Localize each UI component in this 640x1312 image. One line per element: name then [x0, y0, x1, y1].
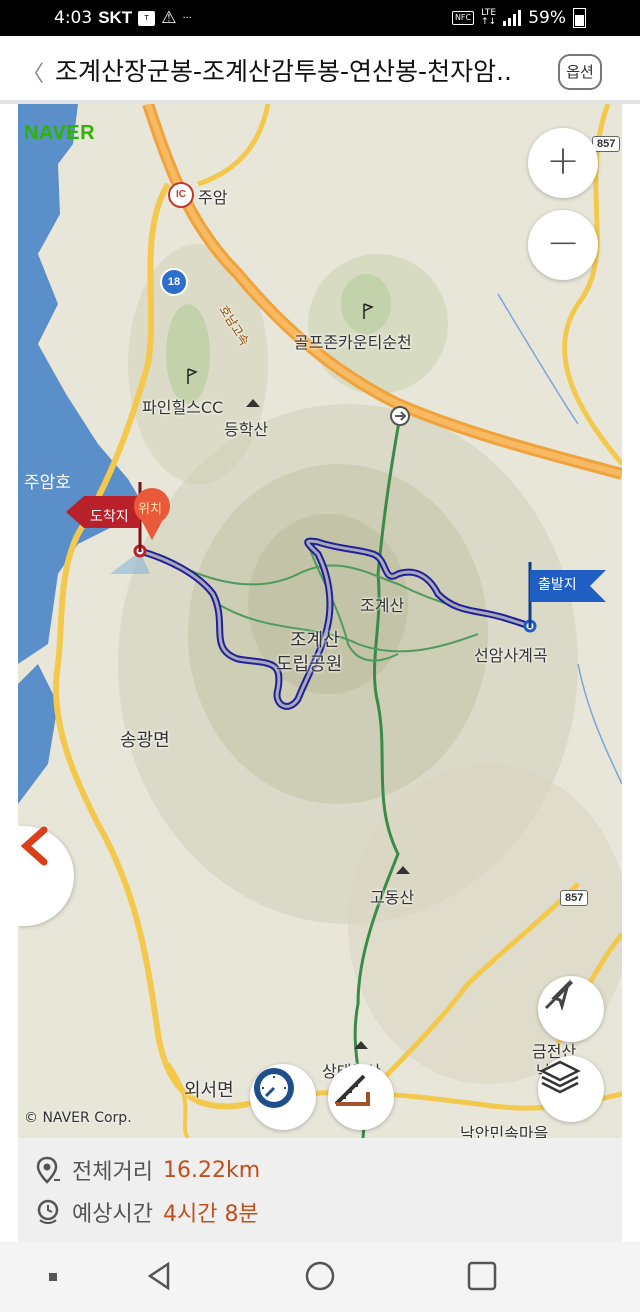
nav-dot-icon[interactable] — [48, 1272, 60, 1284]
route-title: 조계산장군봉-조계산감투봉-연산봉-천자암.. — [55, 57, 512, 86]
time-value: 4시간 8분 — [162, 1202, 259, 1227]
status-time: 4:03 — [54, 8, 93, 28]
end-flag-label: 도착지 — [90, 509, 129, 525]
carrier-label: SKT — [98, 8, 133, 27]
nav-home-icon[interactable] — [304, 1260, 336, 1292]
route-857-sign: 857 — [592, 136, 621, 152]
battery-percent: 59% — [528, 8, 566, 28]
chevron-left-icon — [20, 826, 48, 866]
layers-icon — [539, 1060, 581, 1094]
more-notifications-icon: ··· — [182, 12, 192, 24]
distance-label: 전체거리 — [72, 1160, 153, 1185]
warning-icon: ⚠ — [161, 8, 177, 28]
ic-sign: IC — [168, 182, 194, 208]
label-godongsan: 고동산 — [370, 888, 415, 907]
label-songgwang: 송광면 — [120, 730, 170, 751]
time-pin-icon — [37, 1199, 59, 1224]
status-bar: 4:03 SKT T ⚠ ··· NFC LTE ↑↓ 59% — [0, 0, 640, 36]
location-toggle-button[interactable] — [538, 976, 604, 1042]
route-18-sign: 18 — [160, 268, 188, 296]
lte-icon: LTE ↑↓ — [481, 8, 497, 27]
map-view[interactable]: NAVER 857 857 18 IC 주암 골프존카운티순천 파인힐스CC 등… — [18, 104, 622, 1138]
start-flag-marker[interactable] — [526, 562, 612, 632]
label-park-type: 도립공원 — [276, 654, 343, 675]
compass-off-icon — [544, 978, 574, 1012]
speedometer-button[interactable] — [250, 1064, 316, 1130]
nav-back-icon[interactable] — [144, 1260, 174, 1292]
nav-recents-icon[interactable] — [466, 1260, 498, 1292]
elevation-icon — [334, 1074, 370, 1106]
distance-value: 16.22km — [162, 1157, 261, 1183]
label-park-name: 조계산 — [290, 630, 340, 651]
label-juam: 주암 — [198, 188, 228, 207]
label-oeseo: 외서면 — [184, 1080, 234, 1101]
elevation-profile-button[interactable] — [328, 1064, 394, 1130]
route-summary-panel: 전체거리 16.22km 예상시간 4시간 8분 — [18, 1138, 622, 1242]
location-pin-label: 위치 — [138, 502, 162, 517]
map-copyright: © NAVER Corp. — [24, 1110, 132, 1126]
label-nagan-village: 낙안민속마을 — [460, 1124, 549, 1138]
options-button[interactable]: 옵션 — [558, 54, 602, 90]
route-857-sign-bottom: 857 — [560, 890, 589, 906]
label-deunghaksan: 등학산 — [224, 420, 269, 439]
nfc-icon: NFC — [451, 11, 475, 25]
label-seonamsa: 선암사계곡 — [474, 646, 548, 665]
chevron-left-icon[interactable]: 〈 — [22, 56, 44, 88]
layers-button[interactable] — [538, 1056, 604, 1122]
system-nav-bar — [0, 1242, 640, 1312]
distance-pin-icon — [36, 1156, 60, 1184]
start-flag-label: 출발지 — [538, 577, 577, 593]
time-label: 예상시간 — [72, 1202, 153, 1227]
speedometer-icon — [254, 1068, 294, 1108]
label-golf-county: 골프존카운티순천 — [294, 333, 412, 352]
battery-icon — [573, 8, 586, 28]
zoom-out-button[interactable]: − — [528, 210, 598, 280]
app-header: 〈 조계산장군봉-조계산감투봉-연산봉-천자암.. 옵션 — [0, 36, 640, 104]
label-jogyesan: 조계산 — [360, 596, 405, 615]
naver-logo: NAVER — [24, 122, 96, 144]
app-notification-icon: T — [138, 10, 156, 26]
signal-icon — [503, 10, 522, 26]
zoom-in-button[interactable]: + — [528, 128, 598, 198]
label-pine-hills: 파인힐스CC — [142, 398, 224, 417]
